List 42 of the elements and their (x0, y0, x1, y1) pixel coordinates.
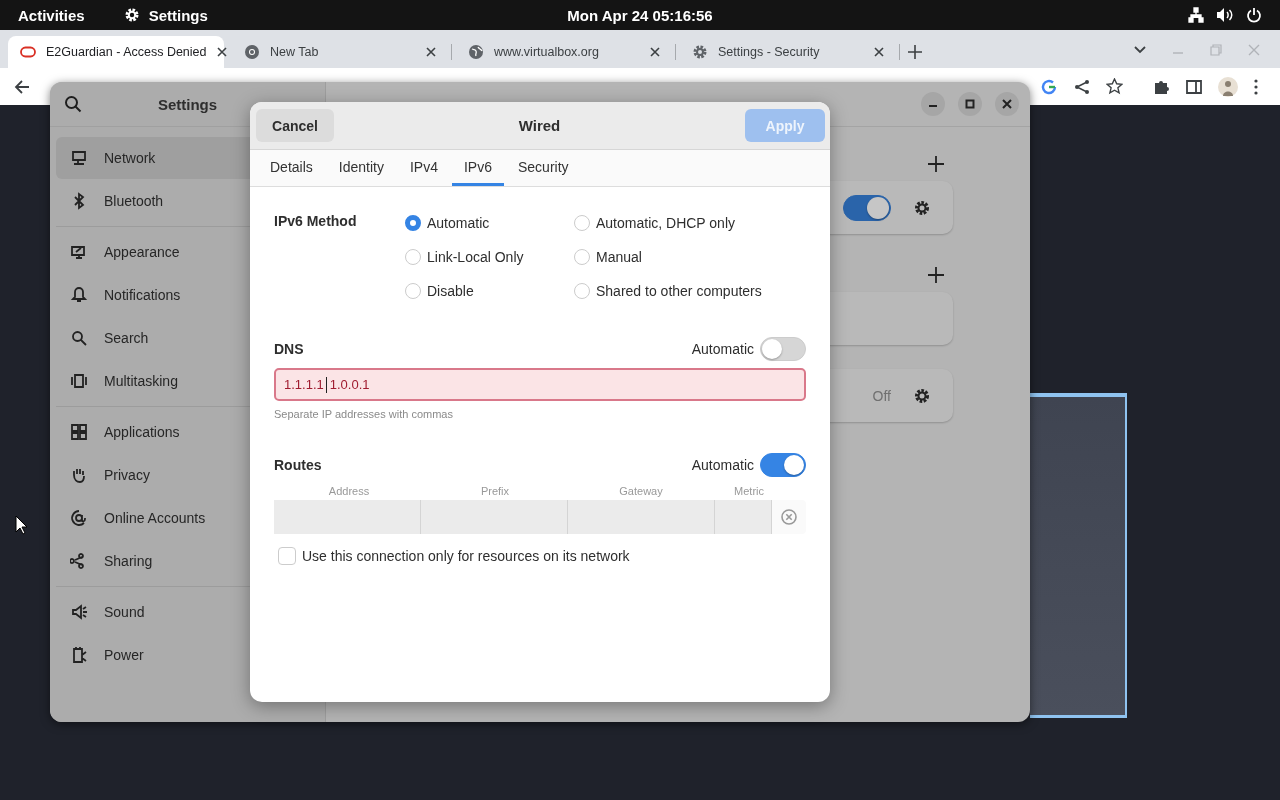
tab-title: www.virtualbox.org (494, 45, 600, 59)
tab-title: New Tab (270, 45, 320, 59)
radio-label: Disable (427, 283, 474, 299)
tab[interactable]: IPv6 (451, 150, 504, 186)
radio-label: Shared to other computers (596, 283, 762, 299)
tab[interactable]: Security (505, 150, 581, 186)
radio-label: Automatic, DHCP only (596, 215, 735, 231)
cancel-button[interactable]: Cancel (256, 109, 334, 142)
status-text: Off (872, 387, 891, 404)
radio-label: Manual (596, 249, 642, 265)
sidebar-title: Settings (156, 95, 219, 113)
dialog-title: Wired (518, 117, 561, 134)
clock[interactable]: Mon Apr 24 05:16:56 (567, 6, 713, 24)
switch-label: Automatic (691, 457, 754, 473)
checkbox-label: Use this connection only for resources on its network (302, 548, 630, 564)
switch-label: Automatic (691, 341, 754, 357)
tab-title: E2Guardian - Access Denied (46, 45, 207, 59)
column-header: Metric (733, 485, 765, 497)
sidebar-item[interactable]: Notifications (56, 274, 319, 316)
browser-tab[interactable]: Settings - Security (680, 36, 896, 68)
tab[interactable]: Identity (326, 150, 396, 186)
radio-label: Link-Local Only (427, 249, 524, 265)
column-header: Address (327, 485, 371, 497)
sidebar-item[interactable]: Online Accounts (56, 497, 319, 539)
tab-title: Settings - Security (718, 45, 821, 59)
browser-tab[interactable]: New Tab (232, 36, 448, 68)
method-label: IPv6 Method (274, 213, 358, 231)
activities-button[interactable]: Activities (18, 6, 85, 24)
dns-field[interactable]: 1.1.1.1 1.0.0.1 (274, 368, 806, 401)
browser-tab[interactable]: www.virtualbox.org (456, 36, 672, 68)
app-menu[interactable]: Settings (122, 6, 208, 24)
tab[interactable]: IPv4 (397, 150, 450, 186)
sidebar-item[interactable]: Power (56, 634, 319, 676)
radio-label: Automatic (427, 215, 490, 231)
browser-tab[interactable]: E2Guardian - Access Denied (8, 36, 224, 68)
dns-label: DNS (274, 341, 305, 357)
field-hint: Separate IP addresses with commas (274, 408, 454, 420)
sidebar-item[interactable]: Sound (56, 591, 319, 633)
sidebar-item[interactable]: Appearance (56, 231, 319, 273)
column-header: Gateway (618, 485, 664, 497)
routes-label: Routes (274, 457, 323, 473)
column-header: Prefix (479, 485, 511, 497)
